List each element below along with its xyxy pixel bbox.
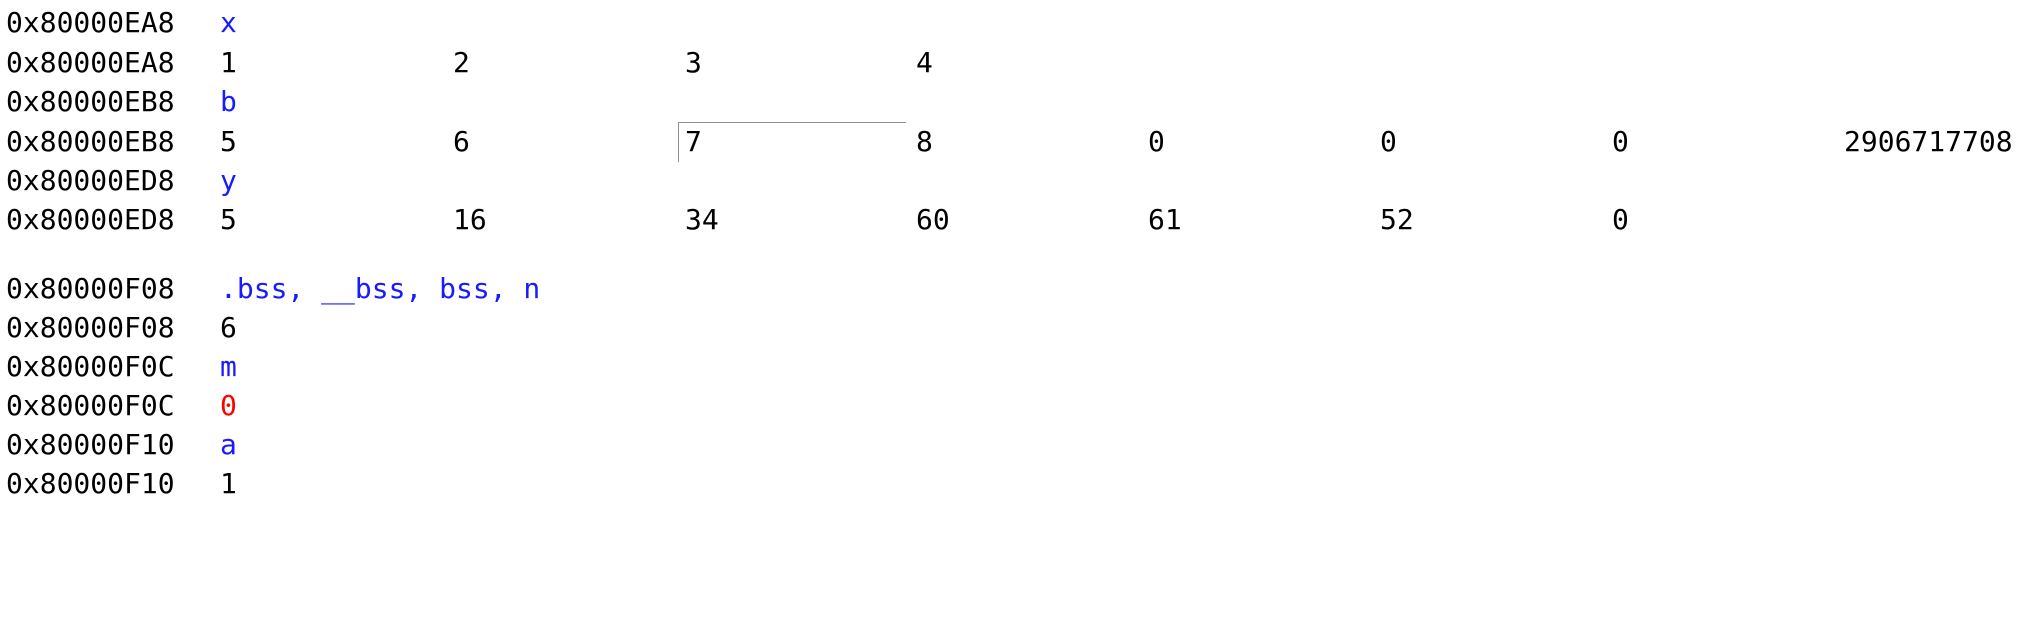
memory-row-symbol-x[interactable]: 0x80000EA8 x <box>0 3 237 42</box>
value-cell-changed[interactable]: 0 <box>220 386 237 425</box>
selected-cell-cursor <box>678 122 906 162</box>
row-address: 0x80000F08 <box>6 311 175 344</box>
memory-row-symbol-y[interactable]: 0x80000ED8 y <box>0 161 237 200</box>
value-cell[interactable]: 16 <box>453 200 487 239</box>
memory-row-values[interactable]: 0x80000EA8 1 2 3 4 <box>0 43 933 82</box>
memory-row-symbol-b[interactable]: 0x80000EB8 b <box>0 82 237 121</box>
value-cell[interactable]: 2 <box>453 43 470 82</box>
row-address: 0x80000ED8 <box>6 203 175 236</box>
symbol-label[interactable]: m <box>220 347 237 386</box>
value-cell-selected[interactable]: 7 <box>685 122 702 161</box>
value-cell[interactable]: 0 <box>1380 122 1397 161</box>
value-cell[interactable]: 3 <box>685 43 702 82</box>
value-cell[interactable]: 0 <box>1612 200 1629 239</box>
memory-row-values[interactable]: 0x80000ED8 5 16 34 60 61 52 0 <box>0 200 1629 239</box>
value-cell[interactable]: 0 <box>1612 122 1629 161</box>
value-cell[interactable]: 6 <box>453 122 470 161</box>
value-cell[interactable]: 8 <box>916 122 933 161</box>
row-address: 0x80000ED8 <box>6 164 175 197</box>
row-address: 0x80000F08 <box>6 272 175 305</box>
symbol-label[interactable]: b <box>220 82 237 121</box>
value-cell[interactable]: 4 <box>916 43 933 82</box>
row-address: 0x80000F0C <box>6 389 175 422</box>
value-cell[interactable]: 1 <box>220 464 237 503</box>
memory-row-values[interactable]: 0x80000F0C 0 <box>0 386 237 425</box>
value-cell[interactable]: 6 <box>220 308 237 347</box>
row-address: 0x80000EB8 <box>6 85 175 118</box>
value-cell[interactable]: 0 <box>1148 122 1165 161</box>
memory-row-values[interactable]: 0x80000F08 6 <box>0 308 237 347</box>
value-cell[interactable]: 2906717708 <box>1844 122 2013 161</box>
row-address: 0x80000EA8 <box>6 46 175 79</box>
value-cell[interactable]: 5 <box>220 200 237 239</box>
value-cell[interactable]: 52 <box>1380 200 1414 239</box>
row-address: 0x80000F10 <box>6 467 175 500</box>
value-cell[interactable]: 61 <box>1148 200 1182 239</box>
row-address: 0x80000F10 <box>6 428 175 461</box>
memory-view[interactable]: 0x80000EA8 x 0x80000EA8 1 2 3 4 0x80000E… <box>0 0 2036 509</box>
memory-row-symbol-bss[interactable]: 0x80000F08 .bss, __bss, bss, n <box>0 269 540 308</box>
value-cell[interactable]: 60 <box>916 200 950 239</box>
memory-row-symbol-m[interactable]: 0x80000F0C m <box>0 347 237 386</box>
row-address: 0x80000EB8 <box>6 125 175 158</box>
symbol-label[interactable]: a <box>220 425 237 464</box>
symbol-label[interactable]: .bss, __bss, bss, n <box>220 269 540 308</box>
symbol-label[interactable]: y <box>220 161 237 200</box>
value-cell[interactable]: 5 <box>220 122 237 161</box>
memory-row-values[interactable]: 0x80000EB8 5 6 7 8 0 0 0 2906717708 <box>0 122 2013 161</box>
symbol-label[interactable]: x <box>220 3 237 42</box>
memory-row-symbol-a[interactable]: 0x80000F10 a <box>0 425 237 464</box>
row-address: 0x80000EA8 <box>6 6 175 39</box>
memory-row-values[interactable]: 0x80000F10 1 <box>0 464 237 503</box>
value-cell[interactable]: 1 <box>220 43 237 82</box>
value-cell[interactable]: 34 <box>685 200 719 239</box>
row-address: 0x80000F0C <box>6 350 175 383</box>
